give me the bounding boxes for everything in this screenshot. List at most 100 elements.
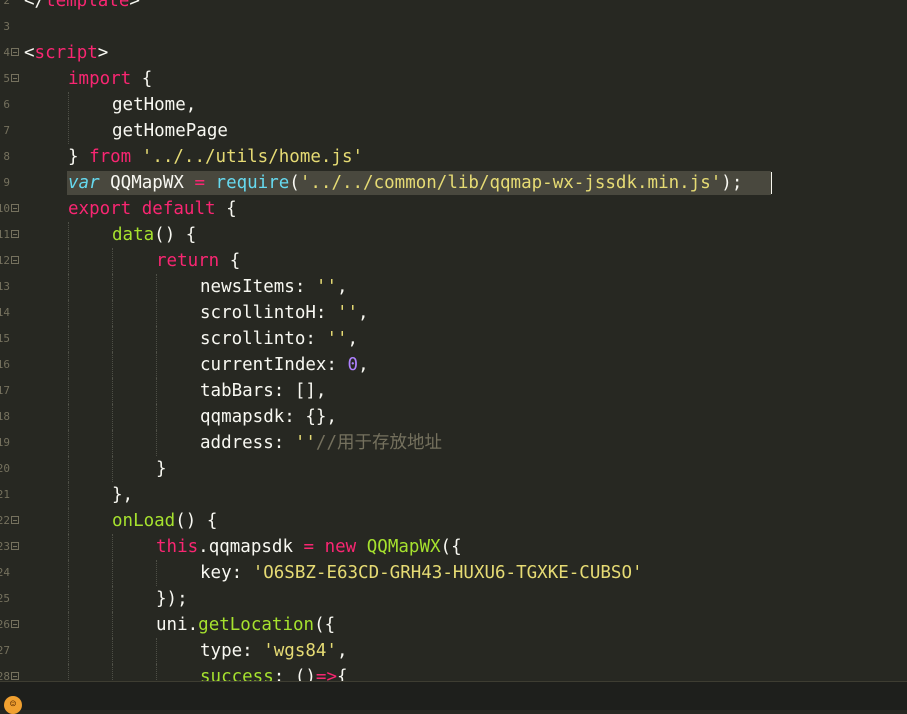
code-line[interactable]: 27 type: 'wgs84', bbox=[0, 638, 907, 664]
code-token: QQMapWX bbox=[99, 173, 195, 193]
indent-guide bbox=[68, 638, 69, 664]
code-line[interactable]: 5 import { bbox=[0, 66, 907, 92]
fold-toggle-icon[interactable] bbox=[11, 672, 19, 680]
indent-guide bbox=[68, 92, 69, 118]
code-line[interactable]: 6 getHome, bbox=[0, 92, 907, 118]
indent-guide bbox=[156, 300, 157, 326]
code-token: > bbox=[129, 0, 140, 11]
indent-guide bbox=[68, 430, 69, 456]
line-number: 3 bbox=[3, 20, 10, 33]
line-number: 15 bbox=[0, 332, 10, 345]
code-line[interactable]: 26 uni.getLocation({ bbox=[0, 612, 907, 638]
indent-guide bbox=[112, 664, 113, 682]
fold-toggle-icon[interactable] bbox=[11, 204, 19, 212]
indent-guide bbox=[68, 326, 69, 352]
code-token: '' bbox=[326, 329, 348, 349]
code-text: var QQMapWX = require('../../common/lib/… bbox=[68, 170, 742, 196]
code-token: .qqmapsdk bbox=[198, 537, 304, 557]
code-line[interactable]: 22 onLoad() { bbox=[0, 508, 907, 534]
code-token: { bbox=[215, 199, 237, 219]
code-token: 0 bbox=[347, 355, 359, 375]
fold-toggle-icon[interactable] bbox=[11, 230, 19, 238]
code-line[interactable]: 17 tabBars: [], bbox=[0, 378, 907, 404]
code-line[interactable]: 11 data() { bbox=[0, 222, 907, 248]
indent-guide bbox=[68, 586, 69, 612]
code-token: = bbox=[194, 173, 205, 193]
code-text: address: ''//用于存放地址 bbox=[200, 430, 442, 456]
code-editor[interactable]: 2 </template> 3 4 <script> 5 import {6 getHome,… bbox=[0, 0, 907, 682]
fold-toggle-icon[interactable] bbox=[11, 516, 19, 524]
code-token: () { bbox=[175, 511, 218, 531]
code-text: export default { bbox=[68, 196, 237, 222]
indent-guide bbox=[156, 352, 157, 378]
code-line[interactable]: 3 bbox=[0, 14, 907, 40]
indent-guide bbox=[156, 638, 157, 664]
code-line[interactable]: 25}); bbox=[0, 586, 907, 612]
code-line[interactable]: 16 currentIndex: 0, bbox=[0, 352, 907, 378]
code-token: '' bbox=[294, 433, 316, 453]
fold-toggle-icon[interactable] bbox=[11, 620, 19, 628]
code-line[interactable]: 7 getHomePage bbox=[0, 118, 907, 144]
code-line[interactable]: 4 <script> bbox=[0, 40, 907, 66]
indent-guide bbox=[112, 352, 113, 378]
line-number: 27 bbox=[0, 644, 10, 657]
code-token: currentIndex: bbox=[200, 355, 348, 375]
indent-guide bbox=[68, 248, 69, 274]
code-token: ); bbox=[721, 173, 743, 193]
code-token: export bbox=[68, 199, 132, 219]
code-line[interactable]: 13 newsItems: '', bbox=[0, 274, 907, 300]
code-text: scrollinto: '', bbox=[200, 326, 358, 352]
code-token: var bbox=[68, 173, 100, 193]
indent-guide bbox=[112, 456, 113, 482]
code-token: } bbox=[68, 147, 90, 167]
code-token: getHome, bbox=[112, 95, 197, 115]
fold-toggle-icon[interactable] bbox=[11, 256, 19, 264]
code-line[interactable]: 9 var QQMapWX = require('../../common/lib… bbox=[0, 170, 907, 196]
code-line[interactable]: 23 this.qqmapsdk = new QQMapWX({ bbox=[0, 534, 907, 560]
indent-guide bbox=[68, 482, 69, 508]
code-token: uni. bbox=[156, 615, 199, 635]
indent-guide bbox=[68, 456, 69, 482]
code-token: require bbox=[215, 173, 290, 193]
code-text: tabBars: [], bbox=[200, 378, 326, 404]
code-line[interactable]: 24 key: 'O6SBZ-E63CD-GRH43-HUXU6-TGXKE-CU… bbox=[0, 560, 907, 586]
code-token: { bbox=[131, 69, 153, 89]
code-line[interactable]: 21}, bbox=[0, 482, 907, 508]
code-line[interactable]: 18 qqmapsdk: {}, bbox=[0, 404, 907, 430]
code-line[interactable]: 15 scrollinto: '', bbox=[0, 326, 907, 352]
indent-guide bbox=[156, 274, 157, 300]
code-token: , bbox=[358, 355, 369, 375]
code-token: script bbox=[34, 43, 98, 63]
code-text: newsItems: '', bbox=[200, 274, 348, 300]
code-line[interactable]: 14 scrollintoH: '', bbox=[0, 300, 907, 326]
code-text: qqmapsdk: {}, bbox=[200, 404, 337, 430]
line-number: 13 bbox=[0, 280, 10, 293]
code-line[interactable]: 20} bbox=[0, 456, 907, 482]
code-token: getHomePage bbox=[112, 121, 228, 141]
code-text: success: ()=>{ bbox=[200, 664, 348, 682]
line-number: 18 bbox=[0, 410, 10, 423]
code-token: }); bbox=[156, 589, 188, 609]
indent-guide bbox=[112, 326, 113, 352]
fold-toggle-icon[interactable] bbox=[11, 48, 19, 56]
status-icon[interactable]: ☺ bbox=[4, 696, 22, 714]
code-line[interactable]: 19 address: ''//用于存放地址 bbox=[0, 430, 907, 456]
indent-guide bbox=[112, 612, 113, 638]
fold-toggle-icon[interactable] bbox=[11, 542, 19, 550]
indent-guide bbox=[156, 404, 157, 430]
line-number: 22 bbox=[0, 514, 10, 527]
code-line[interactable]: 8} from '../../utils/home.js' bbox=[0, 144, 907, 170]
fold-toggle-icon[interactable] bbox=[11, 74, 19, 82]
code-text: type: 'wgs84', bbox=[200, 638, 348, 664]
code-line[interactable]: 2 </template> bbox=[0, 0, 907, 14]
indent-guide bbox=[68, 378, 69, 404]
line-number: 14 bbox=[0, 306, 10, 319]
code-token: address: bbox=[200, 433, 295, 453]
code-line[interactable]: 10 export default { bbox=[0, 196, 907, 222]
line-number: 23 bbox=[0, 540, 10, 553]
code-line[interactable]: 12 return { bbox=[0, 248, 907, 274]
code-line[interactable]: 28 success: ()=>{ bbox=[0, 664, 907, 682]
indent-guide bbox=[68, 274, 69, 300]
